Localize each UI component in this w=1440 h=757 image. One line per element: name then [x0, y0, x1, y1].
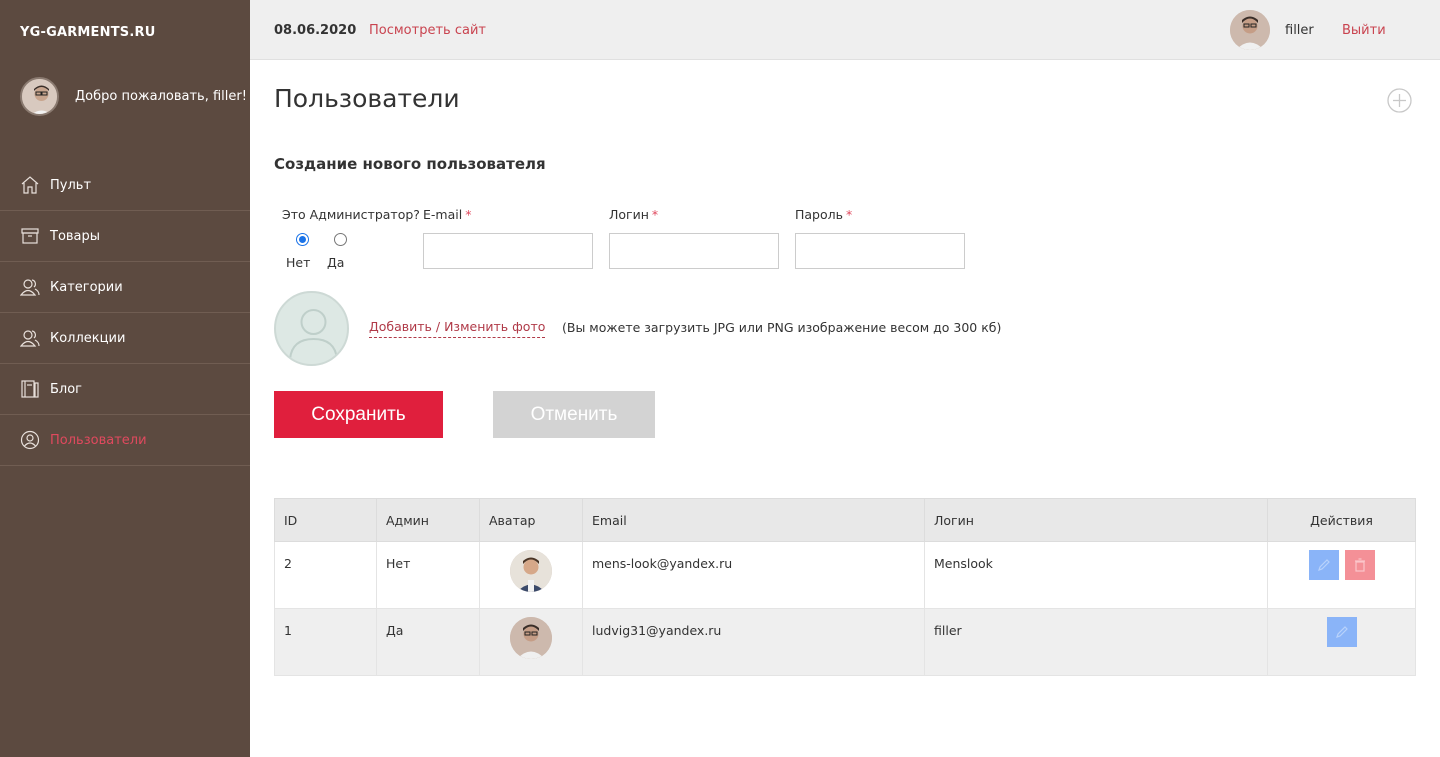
- trash-icon: [1354, 558, 1365, 572]
- users-icon: [20, 277, 40, 297]
- sidebar-item-users[interactable]: Пользователи: [0, 415, 250, 466]
- sidebar-item-blog[interactable]: Блог: [0, 364, 250, 415]
- home-icon: [20, 175, 40, 195]
- change-photo-link[interactable]: Добавить / Изменить фото: [369, 319, 546, 338]
- delete-button[interactable]: [1344, 550, 1375, 580]
- photo-placeholder: [274, 291, 349, 366]
- avatar: [510, 617, 552, 659]
- login-field[interactable]: [609, 233, 779, 269]
- users-icon: [20, 328, 40, 348]
- email-field[interactable]: [423, 233, 593, 269]
- table-row: 1 Да ludvig31@yandex.ru filler: [274, 608, 1416, 676]
- admin-yes-label: Да: [327, 255, 345, 270]
- pencil-icon: [1317, 559, 1330, 571]
- sidebar-item-categories[interactable]: Категории: [0, 262, 250, 313]
- logout-link[interactable]: Выйти: [1342, 23, 1386, 38]
- cell-id: 2: [274, 541, 377, 609]
- sidebar-item-label: Блог: [50, 381, 83, 397]
- edit-button[interactable]: [1326, 617, 1357, 647]
- avatar: [510, 550, 552, 592]
- table-row: 2 Нет mens-look@yandex.ru Menslook: [274, 541, 1416, 609]
- sidebar-avatar: [20, 77, 59, 116]
- brand-logo[interactable]: YG-GARMENTS.RU: [20, 25, 155, 40]
- edit-button[interactable]: [1308, 550, 1339, 580]
- cell-admin: Да: [376, 608, 480, 676]
- cell-avatar: [479, 608, 583, 676]
- cell-email: mens-look@yandex.ru: [582, 541, 925, 609]
- book-icon: [20, 379, 40, 399]
- sidebar-menu: Пульт Товары Категории Коллекции Блог По…: [0, 160, 250, 466]
- cell-login: Menslook: [924, 541, 1268, 609]
- login-label-text: Логин: [609, 207, 649, 222]
- sidebar: YG-GARMENTS.RU Добро пожаловать, filler!…: [0, 0, 250, 757]
- login-label: Логин *: [609, 207, 658, 222]
- sidebar-item-label: Категории: [50, 279, 123, 295]
- users-table: ID Админ Аватар Email Логин Действия 2 Н…: [274, 498, 1416, 676]
- header-email: Email: [582, 498, 925, 542]
- sidebar-item-label: Коллекции: [50, 330, 126, 346]
- password-label: Пароль *: [795, 207, 852, 222]
- current-user-name[interactable]: filler: [1285, 23, 1314, 38]
- cell-actions: [1267, 608, 1416, 676]
- photo-hint: (Вы можете загрузить JPG или PNG изображ…: [562, 320, 1002, 335]
- required-mark: *: [651, 207, 659, 222]
- cell-id: 1: [274, 608, 377, 676]
- sidebar-item-label: Пульт: [50, 177, 92, 193]
- header-admin: Админ: [376, 498, 480, 542]
- topbar: 08.06.2020 Посмотреть сайт filler Выйти: [250, 0, 1440, 60]
- required-mark: *: [846, 207, 853, 222]
- header-id: ID: [274, 498, 377, 542]
- admin-no-radio[interactable]: [296, 233, 309, 246]
- sidebar-item-label: Пользователи: [50, 432, 147, 448]
- top-avatar[interactable]: [1230, 10, 1270, 50]
- sidebar-item-label: Товары: [50, 228, 101, 244]
- header-login: Логин: [924, 498, 1268, 542]
- user-icon: [20, 430, 40, 450]
- current-date: 08.06.2020: [274, 23, 357, 38]
- sidebar-item-products[interactable]: Товары: [0, 211, 250, 262]
- cell-actions: [1267, 541, 1416, 609]
- cell-email: ludvig31@yandex.ru: [582, 608, 925, 676]
- form-title: Создание нового пользователя: [274, 155, 546, 173]
- table-header-row: ID Админ Аватар Email Логин Действия: [274, 498, 1416, 542]
- cell-avatar: [479, 541, 583, 609]
- view-site-link[interactable]: Посмотреть сайт: [369, 23, 486, 38]
- pencil-icon: [1335, 626, 1348, 638]
- password-field[interactable]: [795, 233, 965, 269]
- sidebar-item-dashboard[interactable]: Пульт: [0, 160, 250, 211]
- cell-admin: Нет: [376, 541, 480, 609]
- box-icon: [20, 226, 40, 246]
- welcome-text: Добро пожаловать, filler!: [75, 89, 247, 104]
- email-label-text: E-mail: [423, 207, 463, 222]
- admin-yes-radio[interactable]: [334, 233, 347, 246]
- sidebar-item-collections[interactable]: Коллекции: [0, 313, 250, 364]
- password-label-text: Пароль: [795, 207, 843, 222]
- admin-question-label: Это Администратор?: [282, 207, 420, 222]
- header-avatar: Аватар: [479, 498, 583, 542]
- save-button[interactable]: Сохранить: [274, 391, 443, 438]
- required-mark: *: [465, 207, 472, 222]
- add-user-icon[interactable]: [1387, 88, 1412, 113]
- welcome-block: Добро пожаловать, filler!: [20, 77, 247, 116]
- page-title: Пользователи: [274, 84, 460, 113]
- cancel-button[interactable]: Отменить: [493, 391, 655, 438]
- cell-login: filler: [924, 608, 1268, 676]
- email-label: E-mail *: [423, 207, 471, 222]
- header-actions: Действия: [1267, 498, 1416, 542]
- admin-no-label: Нет: [286, 255, 311, 270]
